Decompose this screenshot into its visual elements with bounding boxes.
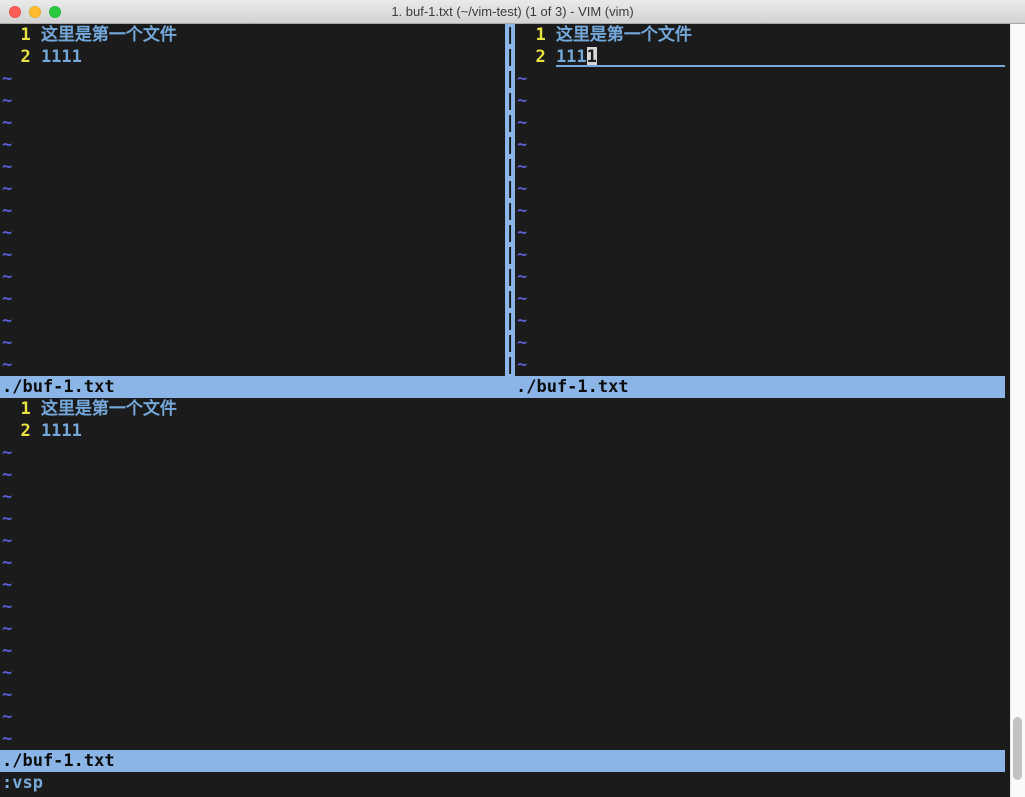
tilde-empty-line: ~ (515, 266, 1005, 288)
tilde-empty-line: ~ (515, 332, 1005, 354)
tilde-empty-line: ~ (0, 288, 505, 310)
tilde-empty-line: ~ (0, 552, 1005, 574)
line-text: 这里是第一个文件 (41, 25, 177, 45)
buffer-line: 1这里是第一个文件 (0, 398, 1005, 420)
tilde-empty-line: ~ (0, 706, 1005, 728)
tilde-empty-line: ~ (515, 178, 1005, 200)
cursorline-underline (556, 65, 1005, 67)
tilde-empty-line: ~ (0, 310, 505, 332)
tilde-empty-line: ~ (0, 354, 505, 376)
tilde-empty-line: ~ (0, 486, 1005, 508)
statusline-filename-right: ./buf-1.txt (516, 376, 629, 398)
buffer-line: 1这里是第一个文件 (515, 24, 1005, 46)
line-text: 1111 (41, 421, 82, 441)
line-number: 1 (515, 24, 556, 46)
line-number: 2 (0, 420, 41, 442)
tilde-empty-line: ~ (0, 200, 505, 222)
buffer-line-cursor: 21111 (515, 46, 1005, 68)
tilde-empty-line: ~ (0, 266, 505, 288)
vim-app-window: 1. buf-1.txt (~/vim-test) (1 of 3) - VIM… (0, 0, 1025, 797)
tilde-empty-line: ~ (515, 310, 1005, 332)
tilde-empty-line: ~ (0, 684, 1005, 706)
window-title: 1. buf-1.txt (~/vim-test) (1 of 3) - VIM… (0, 0, 1025, 24)
vim-terminal[interactable]: 1这里是第一个文件 21111 ~~~~~~~~~~~~~~ |||||||||… (0, 24, 1025, 797)
tilde-empty-line: ~ (515, 354, 1005, 376)
tilde-empty-line: ~ (0, 574, 1005, 596)
tilde-empty-line: ~ (0, 508, 1005, 530)
tilde-empty-line: ~ (0, 90, 505, 112)
tilde-empty-line: ~ (515, 90, 1005, 112)
line-number: 2 (0, 46, 41, 68)
separator-bar: | (505, 354, 515, 376)
tilde-empty-line: ~ (0, 662, 1005, 684)
tilde-empty-line: ~ (0, 156, 505, 178)
tilde-empty-line: ~ (0, 112, 505, 134)
separator-bar: | (505, 288, 515, 310)
tilde-empty-line: ~ (0, 134, 505, 156)
tilde-empty-line: ~ (515, 244, 1005, 266)
tilde-empty-line: ~ (0, 178, 505, 200)
tilde-empty-line: ~ (515, 112, 1005, 134)
tilde-empty-line: ~ (0, 530, 1005, 552)
tilde-empty-line: ~ (0, 222, 505, 244)
empty-lines: ~~~~~~~~~~~~~~ (0, 68, 505, 376)
command-line: :vsp (2, 772, 43, 794)
statusline-filename-bottom: ./buf-1.txt (2, 750, 115, 772)
tilde-empty-line: ~ (0, 640, 1005, 662)
tilde-empty-line: ~ (515, 200, 1005, 222)
line-text: 1111 (41, 47, 82, 67)
tilde-empty-line: ~ (515, 134, 1005, 156)
empty-lines: ~~~~~~~~~~~~~~ (0, 442, 1005, 750)
line-text: 这里是第一个文件 (41, 399, 177, 419)
line-number: 2 (515, 46, 556, 68)
statusline-top[interactable]: ./buf-1.txt ./buf-1.txt (0, 376, 1005, 398)
separator-bar: | (505, 178, 515, 200)
titlebar[interactable]: 1. buf-1.txt (~/vim-test) (1 of 3) - VIM… (0, 0, 1025, 24)
separator-bar: | (505, 244, 515, 266)
separator-bar: | (505, 332, 515, 354)
tilde-empty-line: ~ (0, 68, 505, 90)
tilde-empty-line: ~ (0, 244, 505, 266)
tilde-empty-line: ~ (0, 442, 1005, 464)
tilde-empty-line: ~ (0, 332, 505, 354)
separator-bar: | (505, 68, 515, 90)
separator-bar: | (505, 24, 515, 46)
separator-bar: | (505, 90, 515, 112)
line-number: 1 (0, 24, 41, 46)
tilde-empty-line: ~ (0, 464, 1005, 486)
scrollbar-track[interactable] (1010, 24, 1025, 797)
separator-bar: | (505, 310, 515, 332)
scrollbar-thumb[interactable] (1013, 717, 1022, 780)
vim-split-top-left[interactable]: 1这里是第一个文件 21111 ~~~~~~~~~~~~~~ (0, 24, 505, 376)
separator-bar: | (505, 156, 515, 178)
tilde-empty-line: ~ (515, 156, 1005, 178)
separator-bar: | (505, 266, 515, 288)
separator-bar: | (505, 200, 515, 222)
line-number: 1 (0, 398, 41, 420)
separator-bar: | (505, 134, 515, 156)
separator-bar: | (505, 46, 515, 68)
tilde-empty-line: ~ (515, 222, 1005, 244)
block-cursor: 1 (587, 47, 597, 67)
buffer-line: 21111 (0, 420, 1005, 442)
tilde-empty-line: ~ (515, 68, 1005, 90)
buffer-line: 1这里是第一个文件 (0, 24, 505, 46)
separator-bar: | (505, 112, 515, 134)
vim-split-top-right[interactable]: 1这里是第一个文件 21111 ~~~~~~~~~~~~~~ (515, 24, 1005, 376)
tilde-empty-line: ~ (0, 596, 1005, 618)
tilde-empty-line: ~ (0, 618, 1005, 640)
tilde-empty-line: ~ (0, 728, 1005, 750)
empty-lines: ~~~~~~~~~~~~~~ (515, 68, 1005, 376)
vim-split-bottom[interactable]: 1这里是第一个文件 21111 ~~~~~~~~~~~~~~ (0, 398, 1005, 750)
tilde-empty-line: ~ (515, 288, 1005, 310)
buffer-line: 21111 (0, 46, 505, 68)
line-text: 111 (556, 47, 587, 67)
statusline-bottom[interactable]: ./buf-1.txt (0, 750, 1005, 772)
vertical-split-separator[interactable]: |||||||||||||||| (505, 24, 515, 376)
separator-bar: | (505, 222, 515, 244)
statusline-filename-left: ./buf-1.txt (2, 376, 115, 398)
line-text: 这里是第一个文件 (556, 25, 692, 45)
